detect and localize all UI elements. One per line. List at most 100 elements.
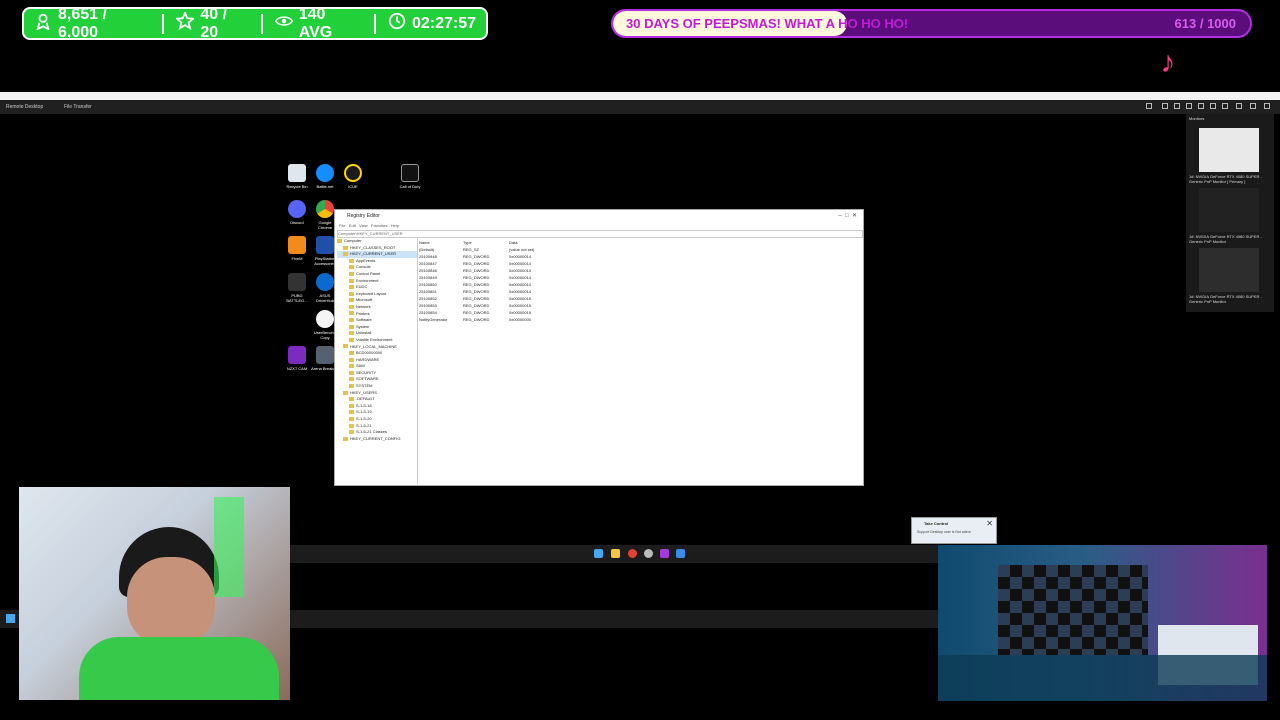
desktop-icon-icue[interactable]: iCUE (339, 164, 367, 189)
tab-remote-desktop[interactable]: Remote Desktop (6, 104, 43, 110)
tree-node[interactable]: HKEY_CURRENT_CONFIG (337, 436, 417, 443)
tree-node[interactable]: Microsoft (337, 297, 417, 304)
tree-node[interactable]: HKEY_LOCAL_MACHINE (337, 344, 417, 351)
chrome-icon[interactable] (628, 549, 637, 558)
registry-value-row[interactable]: 25100854 REG_DWORD 0x00000015 (419, 310, 859, 317)
tree-node[interactable]: SAM (337, 363, 417, 370)
desktop-icon-recycle-bin[interactable]: Recycle Bin (283, 164, 311, 189)
registry-value-row[interactable]: 25100851 REG_DWORD 0x00000014 (419, 289, 859, 296)
tree-node[interactable]: Control Panel (337, 271, 417, 278)
tree-node[interactable]: HARDWARE (337, 357, 417, 364)
registry-value-row[interactable]: NotifyGenerator REG_DWORD 0x00000000 (419, 317, 859, 324)
menu-view[interactable]: View (359, 223, 368, 228)
window-controls[interactable]: – □ ✕ (838, 212, 857, 219)
values-header: Name Type Data (419, 240, 859, 247)
tree-node[interactable]: HKEY_CURRENT_USER (337, 251, 417, 258)
column-name[interactable]: Name (419, 240, 463, 247)
tree-node[interactable]: Keyboard Layout (337, 291, 417, 298)
chrome-icon (316, 200, 334, 218)
timer-stat: 02:27:57 (388, 12, 476, 35)
tree-node[interactable]: S-1-5-18 (337, 403, 417, 410)
minimize-icon[interactable] (1250, 103, 1256, 109)
column-type[interactable]: Type (463, 240, 509, 247)
registry-editor-window[interactable]: Registry Editor – □ ✕ File Edit View Fav… (334, 209, 864, 486)
address-bar[interactable]: Computer\HKEY_CURRENT_USER (337, 230, 863, 238)
column-data[interactable]: Data (509, 240, 569, 247)
tree-node[interactable]: .DEFAULT (337, 396, 417, 403)
tree-node[interactable]: HKEY_CLASSES_ROOT (337, 245, 417, 252)
tree-node[interactable]: Computer (337, 238, 417, 245)
registry-value-row[interactable]: 25100853 REG_DWORD 0x00000015 (419, 303, 859, 310)
menu-help[interactable]: Help (391, 223, 399, 228)
desktop-icon-label: PlayStation Accessories (314, 256, 336, 266)
menu-edit[interactable]: Edit (349, 223, 356, 228)
tree-node[interactable]: Software (337, 317, 417, 324)
registry-value-row[interactable]: 25100849 REG_DWORD 0x00000014 (419, 275, 859, 282)
tree-node[interactable]: System (337, 324, 417, 331)
file-explorer-icon[interactable] (611, 549, 620, 558)
followers-stat: 8,651 / 6,000 (34, 6, 150, 42)
tree-node[interactable]: EUDC (337, 284, 417, 291)
regedit-icon[interactable] (676, 549, 685, 558)
tree-node[interactable]: HKEY_USERS (337, 390, 417, 397)
tree-node[interactable]: SYSTEM (337, 383, 417, 390)
desktop-icon-battlenet[interactable]: Battle.net (311, 164, 339, 189)
app-icon[interactable] (660, 549, 669, 558)
tree-node[interactable]: S-1-5-19 (337, 409, 417, 416)
registry-values-list[interactable]: Name Type Data (Default) REG_SZ (value not… (419, 240, 859, 330)
chat-icon[interactable] (1186, 103, 1192, 109)
desktop-icon-label: FiveM (291, 256, 303, 261)
tree-node[interactable]: Network (337, 304, 417, 311)
tree-node[interactable]: Console (337, 264, 417, 271)
tree-node[interactable]: S-1-5-21 Classes (337, 429, 417, 436)
desktop-icon-discord[interactable]: Discord (283, 200, 311, 225)
webcam-shirt (79, 637, 279, 700)
registry-value-row[interactable]: 25100850 REG_DWORD 0x00000014 (419, 282, 859, 289)
windows-start-icon[interactable] (594, 549, 603, 558)
tree-node[interactable]: SECURITY (337, 370, 417, 377)
value-data: (value not set) (509, 247, 535, 252)
registry-value-row[interactable]: (Default) REG_SZ (value not set) (419, 247, 859, 254)
value-data: 0x00000015 (509, 303, 532, 308)
windows-start-icon[interactable] (6, 614, 15, 623)
tree-node[interactable]: S-1-5-20 (337, 416, 417, 423)
registry-value-row[interactable]: 25100852 REG_DWORD 0x00000015 (419, 296, 859, 303)
monitor-entry[interactable]: 1#: NVIDIA GeForce RTX 4080 SUPER - Gene… (1189, 188, 1267, 244)
settings-icon[interactable] (1146, 103, 1152, 109)
tools-icon[interactable] (1174, 103, 1180, 109)
registry-value-row[interactable]: 25100846 REG_DWORD 0x00000014 (419, 268, 859, 275)
notification-toast[interactable]: Take Control Support Desktop user is Not… (911, 517, 997, 544)
tree-node[interactable]: SOFTWARE (337, 376, 417, 383)
keyboard-icon[interactable] (1198, 103, 1204, 109)
desktop-icon-call-of-duty[interactable]: Call of Duty (396, 164, 424, 189)
tab-file-transfer[interactable]: File Transfer (64, 104, 92, 110)
webcam-face (127, 557, 215, 647)
menu-file[interactable]: File (339, 223, 345, 228)
tree-node[interactable]: AppEvents (337, 258, 417, 265)
registry-value-row[interactable]: 25100847 REG_DWORD 0x00000014 (419, 261, 859, 268)
monitor-entry[interactable]: 1#: NVIDIA GeForce RTX 4080 SUPER - Gene… (1189, 128, 1267, 184)
tree-node[interactable]: Environment (337, 278, 417, 285)
close-icon[interactable] (1264, 103, 1270, 109)
desktop-icon-fivem[interactable]: FiveM (283, 236, 311, 261)
webcam-checker-wall (998, 565, 1148, 655)
desktop-icon-pubg[interactable]: PUBG BATTLEG... (283, 273, 311, 303)
tree-node[interactable]: Printers (337, 311, 417, 318)
monitor-icon[interactable] (1162, 103, 1168, 109)
value-type: REG_DWORD (463, 282, 490, 287)
fullscreen-icon[interactable] (1236, 103, 1242, 109)
close-icon[interactable]: ✕ (986, 519, 993, 528)
registry-tree[interactable]: Computer HKEY_CLASSES_ROOT HKEY_CURRENT_US… (337, 238, 418, 484)
monitor-entry[interactable]: 1#: NVIDIA GeForce RTX 4080 SUPER - Gene… (1189, 248, 1267, 304)
tree-node[interactable]: Volatile Environment (337, 337, 417, 344)
settings-icon[interactable] (644, 549, 653, 558)
tree-node[interactable]: S-1-5-21 (337, 423, 417, 430)
tree-node[interactable]: BCD00000000 (337, 350, 417, 357)
tree-node[interactable]: Uninstall (337, 330, 417, 337)
registry-value-row[interactable]: 25100848 REG_DWORD 0x00000014 (419, 254, 859, 261)
screenshot-icon[interactable] (1210, 103, 1216, 109)
value-type: REG_DWORD (463, 303, 490, 308)
desktop-icon-nzxt[interactable]: NZXT CAM (283, 346, 311, 371)
record-icon[interactable] (1222, 103, 1228, 109)
menu-favorites[interactable]: Favorites (371, 223, 387, 228)
